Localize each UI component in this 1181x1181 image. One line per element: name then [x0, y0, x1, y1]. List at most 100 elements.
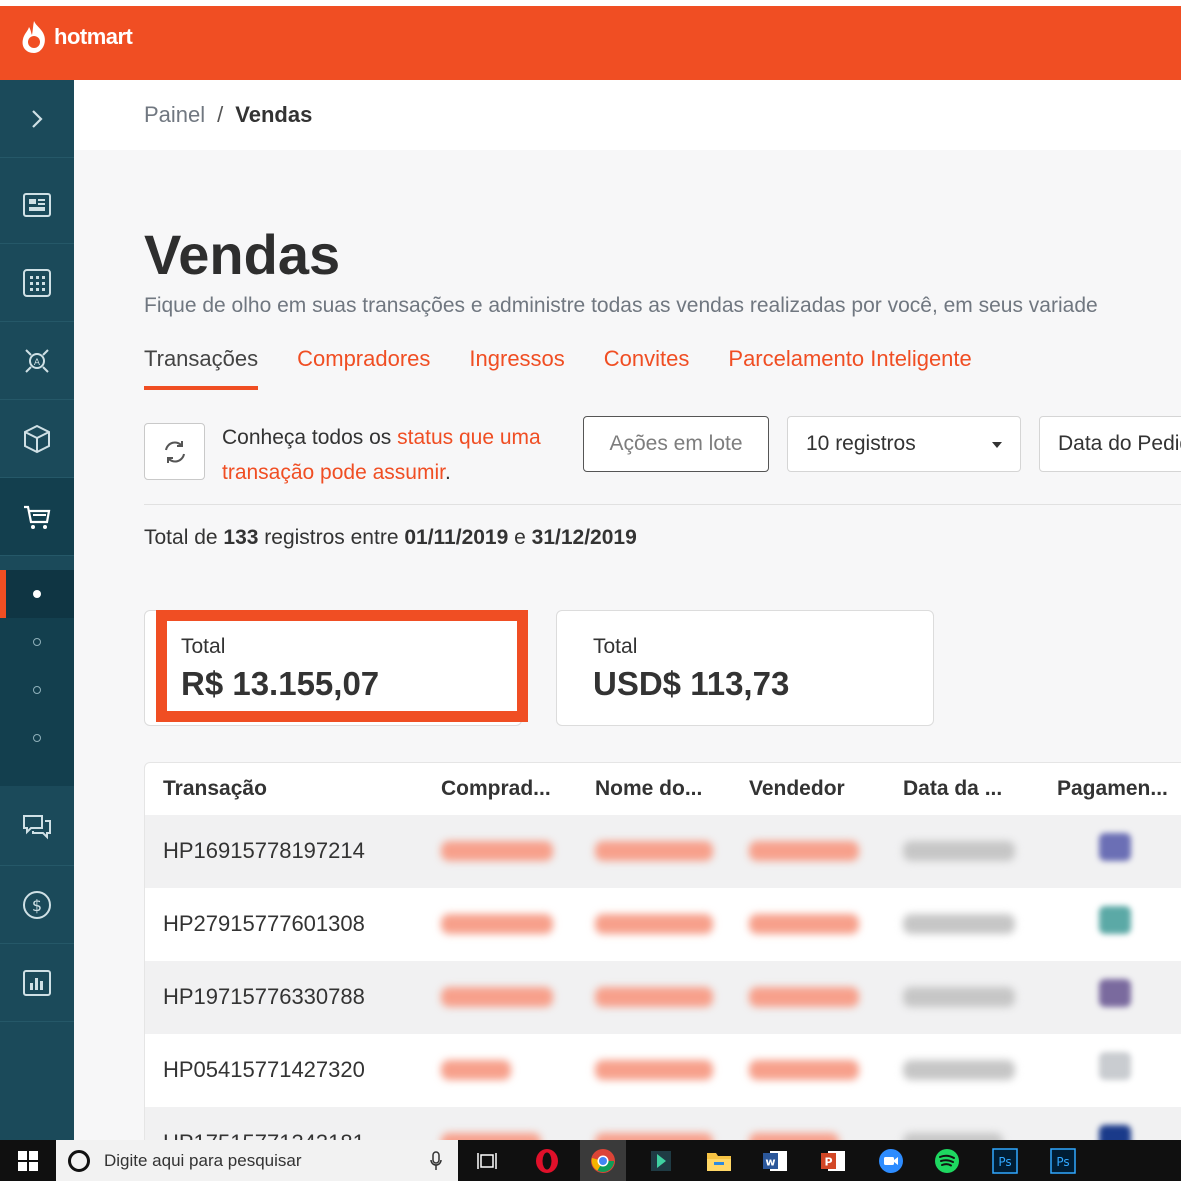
svg-text:P: P — [824, 1155, 832, 1168]
redacted-cell — [749, 1060, 859, 1080]
breadcrumb-separator: / — [217, 102, 224, 127]
records-select-value: 10 registros — [806, 432, 916, 455]
word-icon: w — [763, 1150, 787, 1171]
powerpoint-icon: P — [821, 1150, 845, 1171]
network-icon: A — [25, 348, 49, 373]
payment-method-icon — [1099, 1052, 1131, 1080]
taskbar-chrome[interactable] — [580, 1140, 626, 1181]
sidebar-item-finance[interactable]: $ — [0, 866, 74, 944]
flame-icon — [22, 21, 45, 53]
summary-middle: registros entre — [258, 526, 405, 549]
taskbar-app[interactable] — [638, 1140, 684, 1181]
windows-start-button[interactable] — [0, 1140, 56, 1181]
page-title: Vendas — [144, 223, 341, 286]
sidebar-item-affiliates[interactable]: A — [0, 322, 74, 400]
taskbar-opera[interactable] — [524, 1140, 570, 1181]
info-prefix: Conheça todos os — [222, 426, 398, 449]
column-header-pagamento[interactable]: Pagamen... — [1057, 777, 1168, 801]
taskbar-zoom[interactable] — [868, 1140, 914, 1181]
taskbar-spotify[interactable] — [924, 1140, 970, 1181]
visa-card-icon — [1099, 1125, 1131, 1140]
sidebar-item-sales[interactable] — [0, 478, 74, 556]
info-suffix: . — [444, 461, 451, 484]
spotify-icon — [935, 1148, 959, 1173]
refresh-button[interactable] — [144, 423, 205, 480]
redacted-cell — [903, 841, 1015, 861]
sidebar-expand[interactable] — [0, 80, 74, 158]
svg-text:w: w — [765, 1155, 775, 1168]
bulk-actions-button[interactable]: Ações em lote — [583, 416, 769, 472]
records-per-page-select[interactable]: 10 registros — [787, 416, 1021, 472]
column-header-transacao[interactable]: Transação — [163, 777, 267, 801]
redacted-cell — [749, 987, 859, 1007]
table-row[interactable]: HP17515771343181 — [145, 1107, 1181, 1140]
table-row[interactable]: HP05415771427320 — [145, 1034, 1181, 1107]
payment-method-icon — [1099, 833, 1131, 861]
column-header-nome-produto[interactable]: Nome do... — [595, 777, 702, 801]
hotmart-logo[interactable]: hotmart — [20, 20, 133, 54]
taskbar-photoshop[interactable]: Ps — [982, 1140, 1028, 1181]
transaction-id: HP17515771343181 — [163, 1130, 365, 1140]
microphone-icon[interactable] — [430, 1151, 442, 1171]
zoom-icon — [879, 1148, 903, 1173]
taskbar-photoshop[interactable]: Ps — [1040, 1140, 1086, 1181]
redacted-cell — [903, 1060, 1015, 1080]
redacted-cell — [903, 1133, 1003, 1140]
breadcrumb-painel[interactable]: Painel — [144, 102, 205, 128]
windows-taskbar: Digite aqui para pesquisar w P Ps Ps — [0, 1140, 1181, 1181]
cortana-icon — [68, 1149, 90, 1172]
sidebar-subitem-active[interactable] — [0, 570, 74, 618]
tab-compradores[interactable]: Compradores — [297, 346, 430, 390]
breadcrumb: Painel / Vendas — [144, 102, 312, 128]
column-header-vendedor[interactable]: Vendedor — [749, 777, 845, 801]
tab-transacoes[interactable]: Transações — [144, 346, 259, 390]
sidebar-subgroup — [0, 570, 74, 786]
taskbar-file-explorer[interactable] — [696, 1140, 742, 1181]
sidebar-item-reports[interactable] — [0, 944, 74, 1022]
redacted-cell — [441, 1133, 541, 1140]
sidebar-item-messages[interactable] — [0, 788, 74, 866]
taskbar-search-box[interactable]: Digite aqui para pesquisar — [56, 1140, 458, 1181]
column-header-data[interactable]: Data da ... — [903, 777, 1002, 801]
table-header: Transação Comprad... Nome do... Vendedor… — [145, 763, 1181, 815]
search-placeholder: Digite aqui para pesquisar — [104, 1150, 302, 1170]
sidebar-item-products[interactable] — [0, 400, 74, 478]
photoshop-icon: Ps — [1050, 1147, 1076, 1174]
table-row[interactable]: HP27915777601308 — [145, 888, 1181, 961]
sidebar-item-dashboard[interactable] — [0, 166, 74, 244]
sidebar-subitem[interactable] — [0, 666, 74, 714]
svg-text:A: A — [34, 358, 41, 368]
task-view-icon — [477, 1152, 497, 1169]
dot-icon — [33, 734, 41, 742]
sidebar-item-apps[interactable] — [0, 244, 74, 322]
table-row[interactable]: HP16915778197214 — [145, 815, 1181, 888]
breadcrumb-current: Vendas — [235, 102, 313, 127]
transactions-table: Transação Comprad... Nome do... Vendedor… — [144, 762, 1181, 1140]
payment-method-icon — [1099, 979, 1131, 1007]
summary-end-date: 31/12/2019 — [531, 526, 637, 549]
tab-convites[interactable]: Convites — [604, 346, 690, 390]
sidebar-subitem[interactable] — [0, 714, 74, 762]
page-subtitle: Fique de olho em suas transações e admin… — [144, 294, 1098, 317]
redacted-cell — [749, 1133, 839, 1140]
taskbar-word[interactable]: w — [752, 1140, 798, 1181]
brand-name: hotmart — [54, 24, 133, 49]
date-filter-select[interactable]: Data do Pedido — [1039, 416, 1181, 472]
column-header-comprador[interactable]: Comprad... — [441, 777, 551, 801]
toolbar: Conheça todos os status que uma transaçã… — [144, 416, 1181, 505]
tab-parcelamento[interactable]: Parcelamento Inteligente — [728, 346, 971, 390]
summary-count: 133 — [223, 526, 259, 549]
opera-icon — [536, 1148, 558, 1173]
table-row[interactable]: HP19715776330788 — [145, 961, 1181, 1034]
file-explorer-icon — [707, 1152, 731, 1171]
sidebar-subitem[interactable] — [0, 618, 74, 666]
taskbar-powerpoint[interactable]: P — [810, 1140, 856, 1181]
task-view-button[interactable] — [464, 1140, 510, 1181]
transaction-id: HP27915777601308 — [163, 911, 365, 936]
redacted-cell — [749, 841, 859, 861]
dashboard-icon — [23, 192, 51, 217]
transaction-id: HP05415771427320 — [163, 1057, 365, 1082]
app-icon — [651, 1150, 671, 1171]
payment-method-icon — [1099, 906, 1131, 934]
tab-ingressos[interactable]: Ingressos — [469, 346, 564, 390]
